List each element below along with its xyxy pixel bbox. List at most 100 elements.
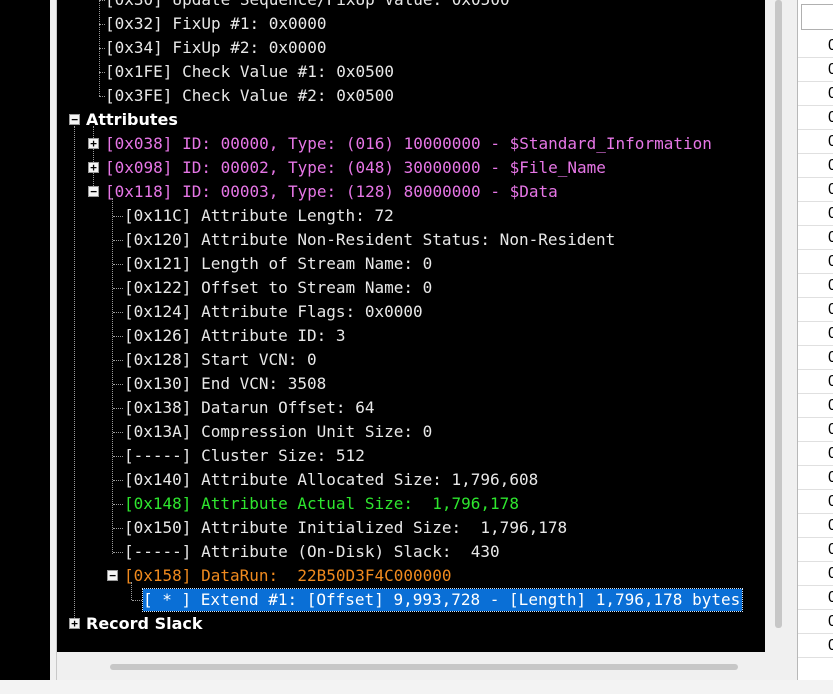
vertical-scrollbar-thumb[interactable] xyxy=(775,0,782,628)
tree-connector xyxy=(113,528,123,529)
list-cell[interactable]: 0 xyxy=(798,586,833,610)
tree-node-label: [0x30] Update Sequence/FixUp Value: 0x05… xyxy=(105,0,510,11)
tree-node-actual-size[interactable]: [0x148] Attribute Actual Size: 1,796,178 xyxy=(124,492,519,516)
tree-node-data[interactable]: [0x118] ID: 00003, Type: (128) 80000000 … xyxy=(105,180,558,204)
list-cell[interactable]: 0 xyxy=(798,538,833,562)
collapse-icon[interactable]: − xyxy=(69,114,80,125)
tree-node-file-name[interactable]: [0x098] ID: 00002, Type: (048) 30000000 … xyxy=(105,156,606,180)
tree-node-datarun[interactable]: [0x158] DataRun: 22B50D3F4C000000 xyxy=(124,564,452,588)
tree-connector xyxy=(113,264,123,265)
tree-connector xyxy=(74,126,75,626)
tree-node-label: [0x126] Attribute ID: 3 xyxy=(124,326,346,345)
tree-node-non-resident-status[interactable]: [0x120] Attribute Non-Resident Status: N… xyxy=(124,228,615,252)
splitter[interactable] xyxy=(50,0,57,680)
tree-node-label: [ * ] Extend #1: [Offset] 9,993,728 - [L… xyxy=(141,588,744,612)
list-cell[interactable]: 0 xyxy=(798,322,833,346)
collapse-icon[interactable]: − xyxy=(88,186,99,197)
list-cell[interactable]: 0 xyxy=(798,562,833,586)
tree-node-record-slack[interactable]: Record Slack xyxy=(86,612,203,636)
list-cell[interactable]: 0 xyxy=(798,466,833,490)
mft-record-tree[interactable]: [0x30] Update Sequence/FixUp Value: 0x05… xyxy=(57,0,765,652)
tree-node-attribute-flags[interactable]: [0x124] Attribute Flags: 0x0000 xyxy=(124,300,423,324)
list-cell[interactable]: 0 xyxy=(798,202,833,226)
tree-node-label: [0x150] Attribute Initialized Size: 1,79… xyxy=(124,518,568,537)
list-cell[interactable]: 0 xyxy=(798,250,833,274)
tree-node-label: [0x038] ID: 00000, Type: (016) 10000000 … xyxy=(105,134,712,153)
tree-node-fixup-2[interactable]: [0x34] FixUp #2: 0x0000 xyxy=(105,36,327,60)
tree-connector xyxy=(113,504,123,505)
tree-node-attributes[interactable]: Attributes xyxy=(86,108,178,132)
tree-node-standard-information[interactable]: [0x038] ID: 00000, Type: (016) 10000000 … xyxy=(105,132,712,156)
tree-node-allocated-size[interactable]: [0x140] Attribute Allocated Size: 1,796,… xyxy=(124,468,538,492)
expand-icon[interactable]: + xyxy=(88,138,99,149)
tree-node-attribute-id[interactable]: [0x126] Attribute ID: 3 xyxy=(124,324,346,348)
left-panel-strip xyxy=(0,0,50,680)
list-cell[interactable]: 0 xyxy=(798,370,833,394)
tree-connector xyxy=(112,198,113,554)
tree-node-datarun-offset[interactable]: [0x138] Datarun Offset: 64 xyxy=(124,396,374,420)
list-cell[interactable]: 0 xyxy=(798,106,833,130)
list-cell[interactable]: 0 xyxy=(798,394,833,418)
tree-connector xyxy=(113,240,123,241)
tree-connector xyxy=(93,126,94,192)
tree-connector xyxy=(113,312,123,313)
tree-connector xyxy=(113,408,123,409)
tree-node-fixup-1[interactable]: [0x32] FixUp #1: 0x0000 xyxy=(105,12,327,36)
tree-node-label: Attributes xyxy=(86,110,178,129)
tree-connector xyxy=(113,336,123,337)
tree-node-attribute-length[interactable]: [0x11C] Attribute Length: 72 xyxy=(124,204,394,228)
tree-node-extend-1[interactable]: [ * ] Extend #1: [Offset] 9,993,728 - [L… xyxy=(141,588,744,612)
expand-icon[interactable]: + xyxy=(88,162,99,173)
tree-node-stream-name-length[interactable]: [0x121] Length of Stream Name: 0 xyxy=(124,252,432,276)
collapse-icon[interactable]: − xyxy=(107,570,118,581)
tree-node-label: [0x34] FixUp #2: 0x0000 xyxy=(105,38,327,57)
expand-icon[interactable]: + xyxy=(69,618,80,629)
scrollbar-corner xyxy=(765,652,783,680)
list-cell[interactable]: 0 xyxy=(798,490,833,514)
list-cell[interactable]: 0 xyxy=(798,346,833,370)
tree-node-label: [0x148] Attribute Actual Size: 1,796,178 xyxy=(124,494,519,513)
list-cell[interactable]: 0 xyxy=(798,514,833,538)
tree-node-check-value-1[interactable]: [0x1FE] Check Value #1: 0x0500 xyxy=(105,60,394,84)
tree-node-label: [0x118] ID: 00003, Type: (128) 80000000 … xyxy=(105,182,558,201)
tree-connector xyxy=(113,552,123,553)
tree-node-initialized-size[interactable]: [0x150] Attribute Initialized Size: 1,79… xyxy=(124,516,567,540)
tree-node-label: [-----] Attribute (On-Disk) Slack: 430 xyxy=(124,542,500,561)
list-cell[interactable]: 0 xyxy=(798,130,833,154)
tree-node-label: [0x122] Offset to Stream Name: 0 xyxy=(124,278,433,297)
list-cell[interactable]: 0 xyxy=(798,154,833,178)
list-cell[interactable]: 0 xyxy=(798,226,833,250)
tree-node-label: [0x121] Length of Stream Name: 0 xyxy=(124,254,433,273)
list-cell[interactable]: 0 xyxy=(798,82,833,106)
tree-node-on-disk-slack[interactable]: [-----] Attribute (On-Disk) Slack: 430 xyxy=(124,540,500,564)
tree-node-start-vcn[interactable]: [0x128] Start VCN: 0 xyxy=(124,348,317,372)
tree-connector xyxy=(113,480,123,481)
tree-node-check-value-2[interactable]: [0x3FE] Check Value #2: 0x0500 xyxy=(105,84,394,108)
right-list-header[interactable] xyxy=(801,4,833,30)
tree-node-label: [0x098] ID: 00002, Type: (048) 30000000 … xyxy=(105,158,606,177)
list-cell[interactable]: 0 xyxy=(798,418,833,442)
tree-connector xyxy=(113,216,123,217)
tree-node-label: [0x130] End VCN: 3508 xyxy=(124,374,327,393)
horizontal-scrollbar-thumb[interactable] xyxy=(110,664,738,670)
tree-node-label: [0x11C] Attribute Length: 72 xyxy=(124,206,394,225)
tree-node-update-sequence[interactable]: [0x30] Update Sequence/FixUp Value: 0x05… xyxy=(105,0,510,12)
list-cell[interactable]: 0 xyxy=(798,178,833,202)
tree-connector xyxy=(113,360,123,361)
list-cell[interactable]: 0 xyxy=(798,34,833,58)
list-cell[interactable]: 0 xyxy=(798,58,833,82)
list-cell[interactable]: 0 xyxy=(798,634,833,658)
tree-connector xyxy=(113,432,123,433)
tree-node-label: [0x128] Start VCN: 0 xyxy=(124,350,317,369)
tree-connector xyxy=(113,456,123,457)
list-cell[interactable]: 0 xyxy=(798,298,833,322)
list-cell[interactable]: 0 xyxy=(798,274,833,298)
tree-node-label: [0x124] Attribute Flags: 0x0000 xyxy=(124,302,423,321)
tree-node-compression-unit[interactable]: [0x13A] Compression Unit Size: 0 xyxy=(124,420,432,444)
tree-node-end-vcn[interactable]: [0x130] End VCN: 3508 xyxy=(124,372,326,396)
tree-node-cluster-size[interactable]: [-----] Cluster Size: 512 xyxy=(124,444,365,468)
tree-node-label: [0x1FE] Check Value #1: 0x0500 xyxy=(105,62,394,81)
list-cell[interactable]: 0 xyxy=(798,610,833,634)
tree-node-stream-name-offset[interactable]: [0x122] Offset to Stream Name: 0 xyxy=(124,276,432,300)
list-cell[interactable]: 0 xyxy=(798,442,833,466)
